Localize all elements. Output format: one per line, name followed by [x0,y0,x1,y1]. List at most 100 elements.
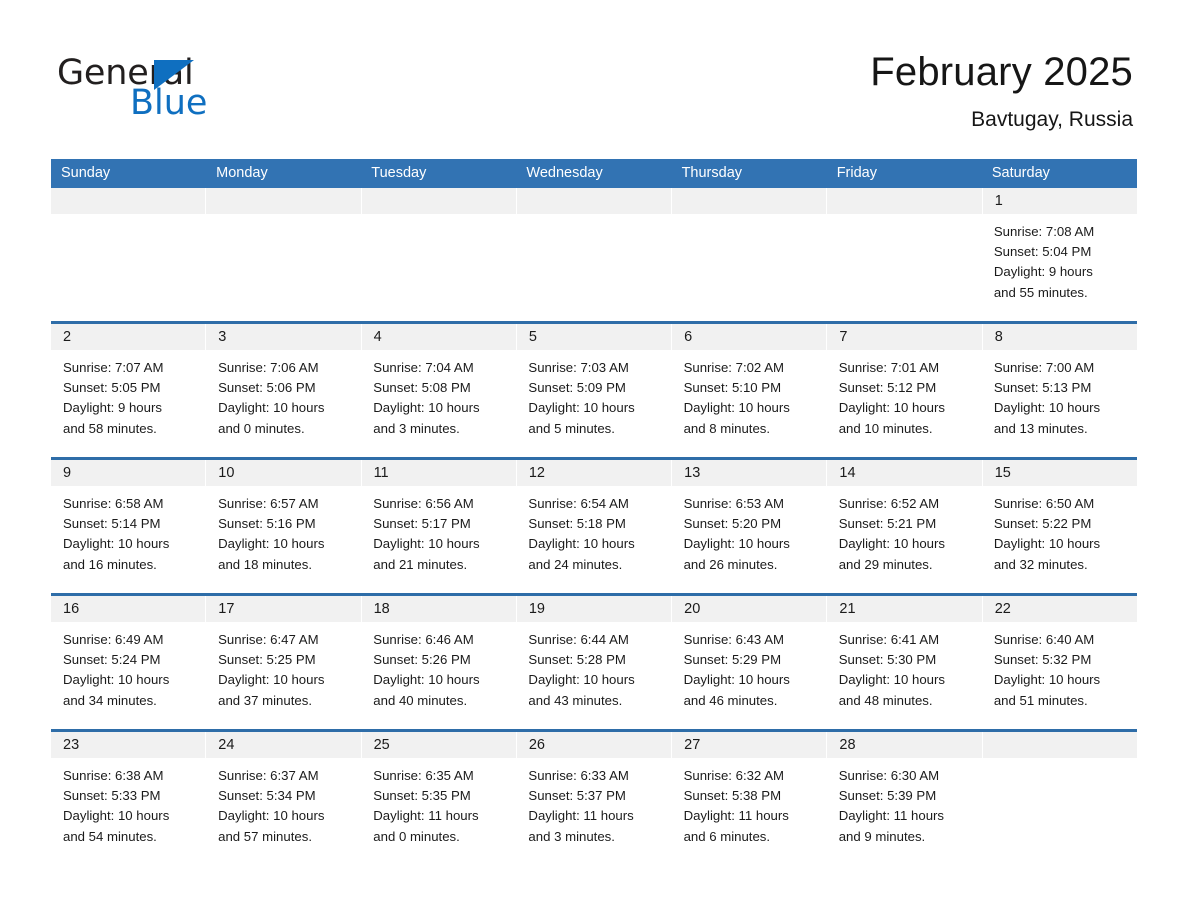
day-number-9[interactable]: 9 [51,460,207,486]
daylight-text-line2: and 54 minutes. [63,828,157,844]
day-cell-19[interactable]: Sunrise: 6:44 AM Sunset: 5:28 PM Daylight:… [516,622,671,729]
day-number-23[interactable]: 23 [51,732,207,758]
day-cell-2[interactable]: Sunrise: 7:07 AM Sunset: 5:05 PM Daylight:… [51,350,206,457]
sunset-text: Sunset: 5:14 PM [63,516,161,532]
day-cell-16[interactable]: Sunrise: 6:49 AM Sunset: 5:24 PM Daylight:… [51,622,206,729]
day-cell-7[interactable]: Sunrise: 7:01 AM Sunset: 5:12 PM Daylight:… [827,350,982,457]
page-title: February 2025 [870,50,1133,94]
sunrise-text: Sunrise: 7:01 AM [838,360,940,375]
day-number-empty [516,188,673,214]
calendar-page: General Blue February 2025 Bavtugay, Rus… [0,0,1188,918]
calendar-week-row: 23 24 25 26 27 28 Sunrise: 6:38 AM Sunset: 5:33… [51,729,1137,865]
sunrise-text: Sunrise: 6:40 AM [993,632,1095,647]
day-number-band: 9 10 11 12 13 14 15 [51,460,1137,486]
calendar-weeks: 1 Sunrise: 7:08 AM Sunset: 5:04 PM Daylight… [51,188,1137,865]
day-cell-20[interactable]: Sunrise: 6:43 AM Sunset: 5:29 PM Daylight:… [672,622,827,729]
day-number-empty [827,188,983,214]
day-number-16[interactable]: 16 [51,596,207,622]
day-number-26[interactable]: 26 [517,732,673,758]
day-number-12[interactable]: 12 [517,460,673,486]
day-number-15[interactable]: 15 [983,460,1137,486]
day-number-18[interactable]: 18 [362,596,517,622]
sunset-text: Sunset: 5:24 PM [63,652,161,668]
sunrise-text: Sunrise: 7:00 AM [993,360,1095,375]
daylight-text-line2: and 24 minutes. [528,556,623,572]
day-detail-band: Sunrise: 7:08 AM Sunset: 5:04 PM Daylight:… [51,214,1137,321]
day-number-5[interactable]: 5 [517,324,673,350]
sunrise-text: Sunrise: 7:06 AM [218,360,319,375]
day-number-4[interactable]: 4 [362,324,517,350]
day-number-6[interactable]: 6 [672,324,828,350]
day-cell-18[interactable]: Sunrise: 6:46 AM Sunset: 5:26 PM Daylight:… [361,622,516,729]
day-cell-12[interactable]: Sunrise: 6:54 AM Sunset: 5:18 PM Daylight:… [516,486,671,593]
sunrise-text: Sunrise: 6:47 AM [218,632,319,647]
sunrise-text: Sunrise: 6:43 AM [683,632,784,647]
day-cell-9[interactable]: Sunrise: 6:58 AM Sunset: 5:14 PM Daylight:… [51,486,206,593]
sunrise-text: Sunrise: 6:53 AM [683,496,784,511]
day-detail-band: Sunrise: 6:58 AM Sunset: 5:14 PM Daylight:… [51,486,1137,593]
weekday-header-tuesday: Tuesday [371,165,427,181]
daylight-text-line1: Daylight: 11 hours [373,808,479,824]
day-cell-17[interactable]: Sunrise: 6:47 AM Sunset: 5:25 PM Daylight:… [206,622,361,729]
day-cell-8[interactable]: Sunrise: 7:00 AM Sunset: 5:13 PM Daylight:… [982,350,1137,457]
day-number-19[interactable]: 19 [517,596,673,622]
generalblue-logo[interactable]: General Blue [57,53,287,123]
day-cell-10[interactable]: Sunrise: 6:57 AM Sunset: 5:16 PM Daylight:… [206,486,361,593]
weekday-header-friday: Friday [836,165,877,181]
daylight-text-line2: and 0 minutes. [373,828,460,844]
day-cell-4[interactable]: Sunrise: 7:04 AM Sunset: 5:08 PM Daylight:… [361,350,516,457]
day-cell-11[interactable]: Sunrise: 6:56 AM Sunset: 5:17 PM Daylight:… [361,486,516,593]
day-cell-5[interactable]: Sunrise: 7:03 AM Sunset: 5:09 PM Daylight:… [516,350,671,457]
day-number-20[interactable]: 20 [672,596,828,622]
sunset-text: Sunset: 5:18 PM [528,516,626,532]
day-cell-24[interactable]: Sunrise: 6:37 AM Sunset: 5:34 PM Daylight:… [206,758,361,865]
sunset-text: Sunset: 5:35 PM [373,788,471,804]
weekday-header-thursday: Thursday [681,165,743,181]
day-cell-27[interactable]: Sunrise: 6:32 AM Sunset: 5:38 PM Daylight:… [672,758,827,865]
day-cell-26[interactable]: Sunrise: 6:33 AM Sunset: 5:37 PM Daylight:… [516,758,671,865]
calendar-table: Sunday Monday Tuesday Wednesday Thursday Frid… [51,159,1137,865]
day-cell-6[interactable]: Sunrise: 7:02 AM Sunset: 5:10 PM Daylight:… [672,350,827,457]
sunrise-text: Sunrise: 7:08 AM [993,224,1095,239]
day-number-17[interactable]: 17 [206,596,362,622]
day-cell-23[interactable]: Sunrise: 6:38 AM Sunset: 5:33 PM Daylight:… [51,758,206,865]
day-number-21[interactable]: 21 [827,596,983,622]
day-cell-empty [516,214,671,321]
day-number-10[interactable]: 10 [206,460,362,486]
daylight-text-line2: and 55 minutes. [993,284,1088,300]
day-number-22[interactable]: 22 [983,596,1137,622]
sunset-text: Sunset: 5:17 PM [373,516,471,532]
day-number-1[interactable]: 1 [983,188,1137,214]
day-cell-22[interactable]: Sunrise: 6:40 AM Sunset: 5:32 PM Daylight:… [982,622,1137,729]
day-number-8[interactable]: 8 [983,324,1137,350]
day-cell-28[interactable]: Sunrise: 6:30 AM Sunset: 5:39 PM Daylight:… [827,758,982,865]
day-cell-1[interactable]: Sunrise: 7:08 AM Sunset: 5:04 PM Daylight:… [982,214,1137,321]
day-number-14[interactable]: 14 [827,460,983,486]
day-number-27[interactable]: 27 [672,732,828,758]
daylight-text-line1: Daylight: 10 hours [373,672,480,688]
sunrise-text: Sunrise: 7:02 AM [683,360,784,375]
day-cell-25[interactable]: Sunrise: 6:35 AM Sunset: 5:35 PM Daylight:… [361,758,516,865]
day-cell-15[interactable]: Sunrise: 6:50 AM Sunset: 5:22 PM Daylight:… [982,486,1137,593]
day-number-3[interactable]: 3 [206,324,362,350]
sunrise-text: Sunrise: 6:35 AM [373,768,474,783]
day-number-band: 16 17 18 19 20 21 22 [51,596,1137,622]
day-number-2[interactable]: 2 [51,324,207,350]
day-number-11[interactable]: 11 [362,460,517,486]
daylight-text-line1: Daylight: 10 hours [218,400,325,416]
day-number-24[interactable]: 24 [206,732,362,758]
daylight-text-line2: and 37 minutes. [218,692,312,708]
day-cell-21[interactable]: Sunrise: 6:41 AM Sunset: 5:30 PM Daylight:… [827,622,982,729]
day-number-13[interactable]: 13 [672,460,828,486]
daylight-text-line1: Daylight: 10 hours [528,536,635,552]
day-number-empty [51,188,207,214]
sunset-text: Sunset: 5:12 PM [838,380,937,396]
sunset-text: Sunset: 5:21 PM [838,516,937,532]
day-number-25[interactable]: 25 [362,732,517,758]
day-number-28[interactable]: 28 [827,732,983,758]
day-cell-3[interactable]: Sunrise: 7:06 AM Sunset: 5:06 PM Daylight:… [206,350,361,457]
day-cell-14[interactable]: Sunrise: 6:52 AM Sunset: 5:21 PM Daylight:… [827,486,982,593]
day-cell-13[interactable]: Sunrise: 6:53 AM Sunset: 5:20 PM Daylight:… [672,486,827,593]
day-number-7[interactable]: 7 [827,324,983,350]
daylight-text-line1: Daylight: 10 hours [993,672,1101,688]
